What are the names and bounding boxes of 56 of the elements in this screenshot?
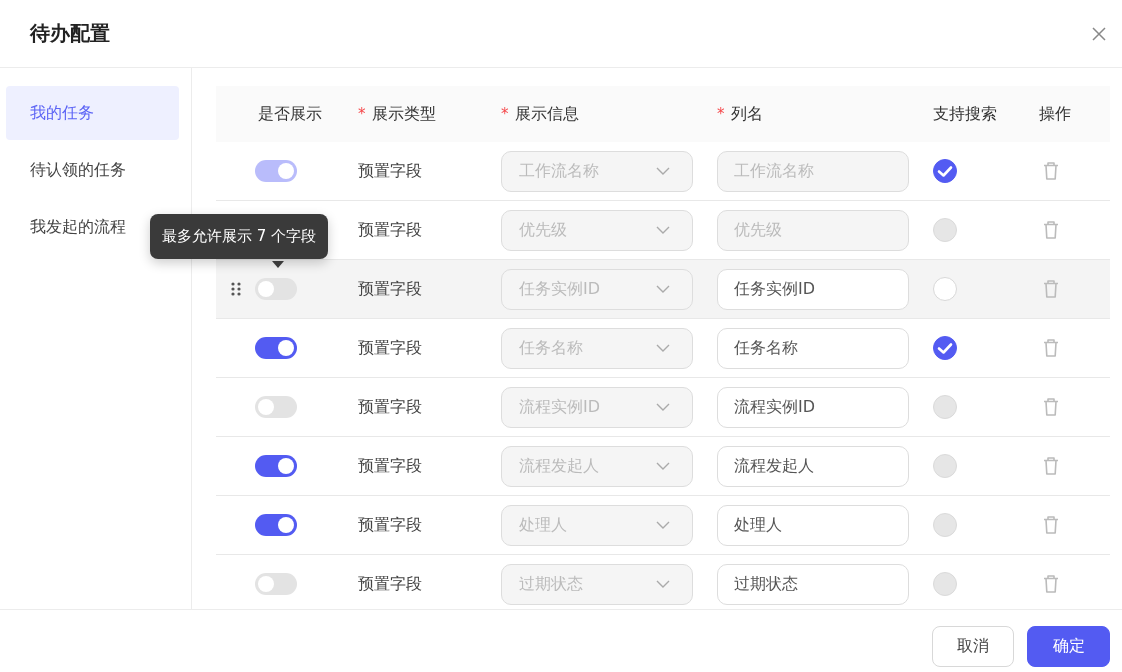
chevron-down-icon: [656, 403, 670, 411]
confirm-button[interactable]: 确定: [1027, 626, 1110, 667]
toggle-switch[interactable]: [255, 573, 297, 595]
tooltip-pointer-icon: [272, 261, 284, 268]
trash-icon[interactable]: [1042, 397, 1060, 417]
required-mark: *: [358, 105, 366, 123]
table-cell: 预置字段: [358, 573, 422, 595]
table-cell: 预置字段: [358, 278, 422, 300]
input-field[interactable]: 处理人: [717, 504, 909, 546]
chevron-down-icon: [656, 521, 670, 529]
trash-icon[interactable]: [1042, 279, 1060, 299]
cancel-button[interactable]: 取消: [932, 626, 1014, 667]
column-header: 是否展示: [258, 103, 322, 125]
chevron-down-icon: [656, 226, 670, 234]
chevron-down-icon: [656, 285, 670, 293]
column-header: 操作: [1039, 103, 1071, 125]
table-cell: 预置字段: [358, 219, 422, 241]
sidebar-item[interactable]: 待认领的任务: [6, 143, 179, 197]
table-cell: 预置字段: [358, 396, 422, 418]
input-field[interactable]: 流程发起人: [717, 445, 909, 487]
table-cell: 预置字段: [358, 160, 422, 182]
chevron-down-icon: [656, 462, 670, 470]
trash-icon[interactable]: [1042, 161, 1060, 181]
input-field[interactable]: 任务名称: [717, 327, 909, 369]
trash-icon[interactable]: [1042, 338, 1060, 358]
column-header: 列名: [730, 103, 763, 125]
toggle-switch[interactable]: [255, 278, 297, 300]
checkbox[interactable]: [933, 159, 957, 183]
column-header: 展示信息: [514, 103, 579, 125]
required-mark: *: [501, 105, 509, 123]
chevron-down-icon: [656, 580, 670, 588]
column-header: 展示类型: [371, 103, 436, 125]
chevron-down-icon: [656, 344, 670, 352]
sidebar-item[interactable]: 我的任务: [6, 86, 179, 140]
toggle-switch[interactable]: [255, 396, 297, 418]
toggle-switch[interactable]: [255, 514, 297, 536]
table-cell: 预置字段: [358, 514, 422, 536]
column-header: 支持搜索: [933, 103, 997, 125]
drag-handle-icon[interactable]: [230, 282, 241, 296]
trash-icon[interactable]: [1042, 515, 1060, 535]
checkbox[interactable]: [933, 336, 957, 360]
trash-icon[interactable]: [1042, 456, 1060, 476]
table-cell: 预置字段: [358, 337, 422, 359]
dialog-title: 待办配置: [30, 20, 110, 47]
toggle-switch[interactable]: [255, 337, 297, 359]
tooltip: 最多允许展示 7 个字段: [150, 214, 329, 259]
input-field[interactable]: 过期状态: [717, 563, 909, 605]
input-field[interactable]: 流程实例ID: [717, 386, 909, 428]
input-field[interactable]: 任务实例ID: [717, 268, 909, 310]
toggle-switch[interactable]: [255, 455, 297, 477]
table-cell: 预置字段: [358, 455, 422, 477]
close-icon[interactable]: [1091, 25, 1107, 42]
trash-icon[interactable]: [1042, 220, 1060, 240]
trash-icon[interactable]: [1042, 574, 1060, 594]
chevron-down-icon: [656, 167, 670, 175]
required-mark: *: [717, 105, 725, 123]
